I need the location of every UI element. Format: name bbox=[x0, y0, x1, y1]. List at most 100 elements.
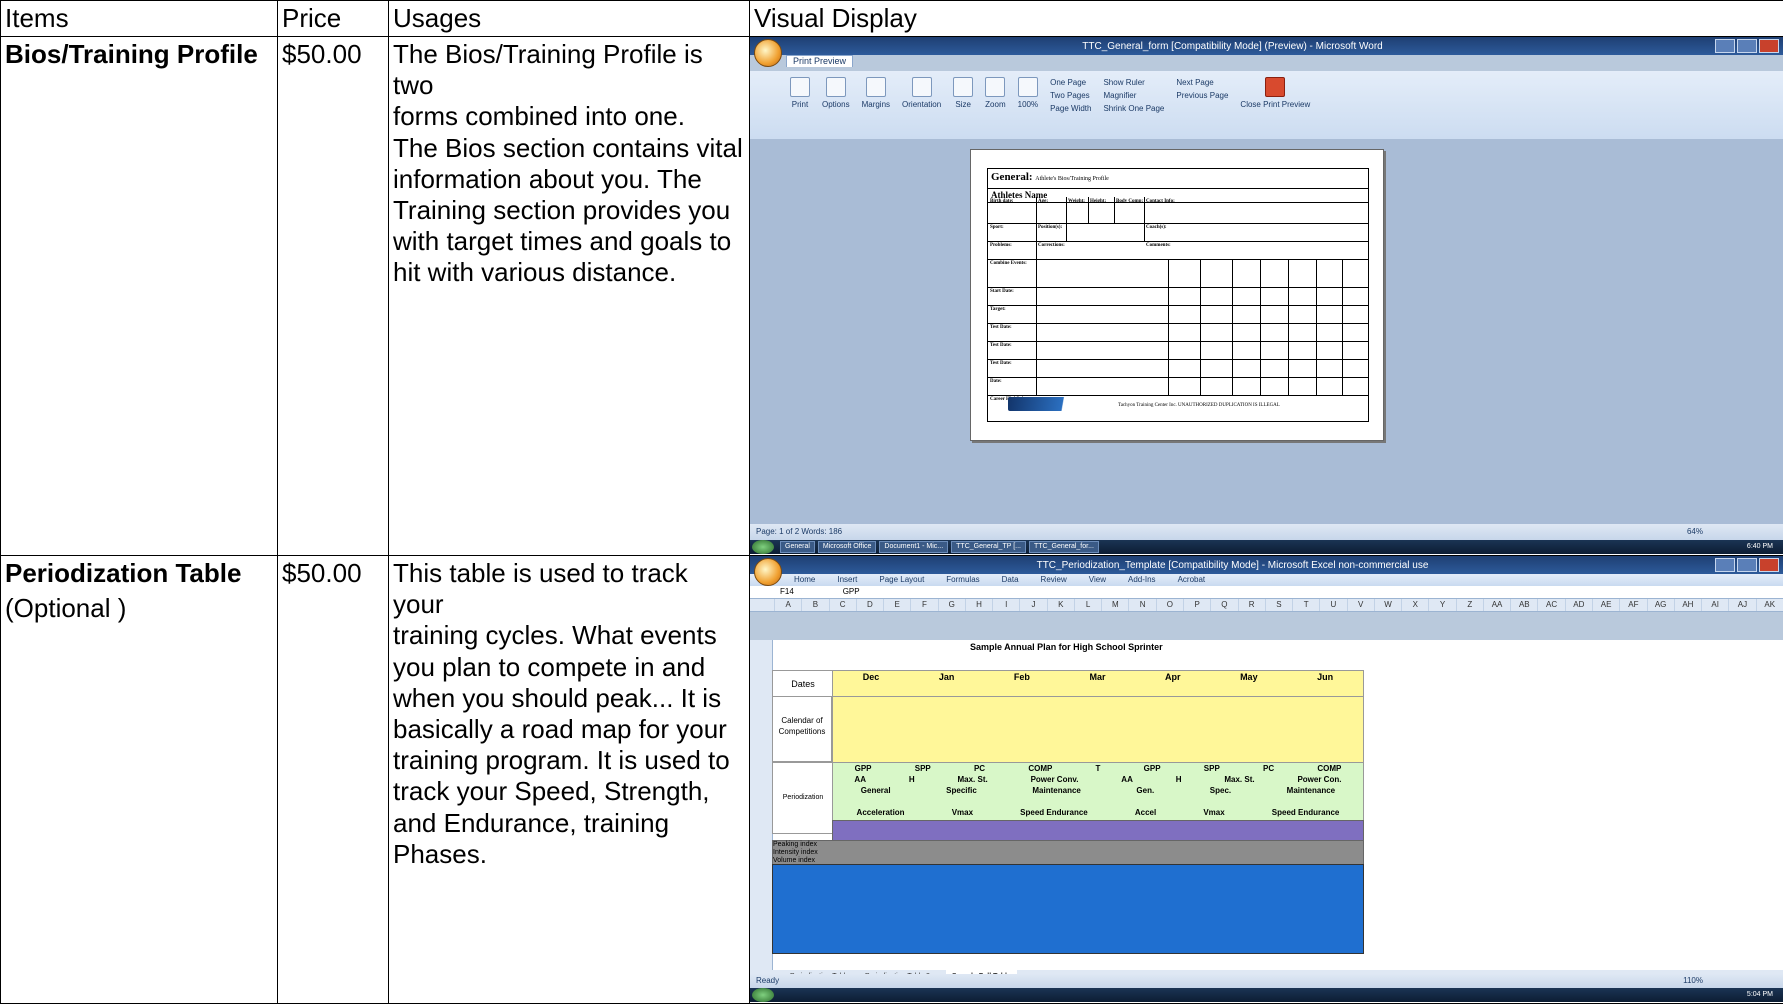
ribbon-label: Previous Page bbox=[1176, 90, 1228, 101]
item-note: (Optional ) bbox=[5, 591, 273, 626]
endurance-label: Maintenance bbox=[1032, 785, 1080, 796]
item-cell: Periodization Table (Optional ) bbox=[1, 556, 278, 1004]
usage-line: The Bios section contains vital bbox=[393, 133, 745, 164]
tab-acrobat: Acrobat bbox=[1178, 574, 1206, 586]
usage-line: you plan to compete in and bbox=[393, 652, 745, 683]
visual-display-word: TTC_General_form [Compatibility Mode] (P… bbox=[750, 37, 1783, 556]
word-ribbon: Print Preview Print Options Margins Orie… bbox=[750, 71, 1783, 148]
tachyon-logo bbox=[1008, 397, 1098, 411]
tab-data: Data bbox=[1002, 574, 1019, 586]
formula-value: GPP bbox=[843, 587, 860, 596]
tab-review: Review bbox=[1041, 574, 1067, 586]
options-icon bbox=[826, 77, 846, 97]
form-heading: General: Athlete's Bios/Training Profile bbox=[988, 169, 1368, 189]
ribbon-label: One Page bbox=[1050, 77, 1086, 88]
ribbon-label: Options bbox=[822, 99, 850, 110]
speed-label: Speed Endurance bbox=[1020, 807, 1088, 818]
form-label: Body Comp: bbox=[1116, 199, 1143, 205]
taskbar: 5:04 PM bbox=[750, 988, 1783, 1002]
phase-label: COMP bbox=[1317, 763, 1341, 774]
price-cell: $50.00 bbox=[278, 37, 389, 556]
form-label: Target: bbox=[990, 307, 1006, 313]
strength-label: AA bbox=[1121, 774, 1133, 785]
form-label: Age: bbox=[1038, 199, 1048, 205]
clock: 6:40 PM bbox=[1743, 542, 1777, 552]
form-label: Date: bbox=[990, 379, 1002, 385]
minimize-icon bbox=[1715, 558, 1735, 572]
ribbon-label: Orientation bbox=[902, 99, 941, 110]
phase-label: PC bbox=[974, 763, 985, 774]
form-grid: Birth date: Age: Weight: Height: Body Co… bbox=[988, 197, 1368, 421]
strength-label: Max. St. bbox=[1224, 774, 1254, 785]
zoom-100-icon bbox=[1018, 77, 1038, 97]
excel-window-title: TTC_Periodization_Template [Compatibilit… bbox=[750, 560, 1715, 571]
header-items: Items bbox=[1, 1, 278, 37]
table-row: Bios/Training Profile $50.00 The Bios/Tr… bbox=[1, 37, 1783, 556]
form-label: Test Date: bbox=[990, 361, 1012, 367]
taskbar-item: Document1 - Mic... bbox=[879, 541, 948, 553]
tab-add-ins: Add-Ins bbox=[1128, 574, 1156, 586]
pricing-table: Items Price Usages Visual Display Bios/T… bbox=[0, 0, 1783, 1004]
endurance-label: General bbox=[861, 785, 891, 796]
ribbon-label: Close Print Preview bbox=[1240, 99, 1310, 110]
month-label: Jan bbox=[939, 671, 955, 683]
usage-line: forms combined into one. bbox=[393, 101, 745, 132]
ribbon-label: Magnifier bbox=[1103, 90, 1136, 101]
price-cell: $50.00 bbox=[278, 556, 389, 1004]
usage-line: The Bios/Training Profile is two bbox=[393, 39, 745, 101]
start-icon bbox=[752, 988, 774, 1002]
usage-line: training program. It is used to bbox=[393, 745, 745, 776]
zoom-level: 110% bbox=[1683, 974, 1703, 988]
ribbon-label: Page Width bbox=[1050, 103, 1091, 114]
form-label: Coach(s): bbox=[1146, 225, 1167, 231]
usage-cell: The Bios/Training Profile is two forms c… bbox=[389, 37, 750, 556]
form-label: Test Date: bbox=[990, 343, 1012, 349]
taskbar: General Microsoft Office Document1 - Mic… bbox=[750, 540, 1783, 554]
month-label: Jun bbox=[1317, 671, 1333, 683]
header-visual-display: Visual Display bbox=[750, 1, 1783, 37]
strength-label: Max. St. bbox=[957, 774, 987, 785]
item-cell: Bios/Training Profile bbox=[1, 37, 278, 556]
profile-form: General: Athlete's Bios/Training Profile… bbox=[987, 168, 1369, 422]
speed-label: Vmax bbox=[952, 807, 973, 818]
ribbon-label: Two Pages bbox=[1050, 90, 1090, 101]
usage-line: This table is used to track your bbox=[393, 558, 745, 620]
tab-view: View bbox=[1089, 574, 1106, 586]
tab-home: Home bbox=[794, 574, 815, 586]
month-label: Feb bbox=[1014, 671, 1030, 683]
ribbon-label: 100% bbox=[1018, 99, 1038, 110]
phase-label: COMP bbox=[1028, 763, 1052, 774]
cell-reference: F14 bbox=[780, 587, 794, 596]
usage-line: Training section provides you bbox=[393, 195, 745, 226]
phase-label: GPP bbox=[855, 763, 872, 774]
form-heading-text: General: bbox=[991, 171, 1033, 183]
status-text: Page: 1 of 2 Words: 186 bbox=[756, 527, 842, 536]
form-label: Contact Info: bbox=[1146, 199, 1175, 205]
item-name: Bios/Training Profile bbox=[5, 37, 273, 72]
ribbon-label: Show Ruler bbox=[1103, 77, 1144, 88]
speed-label: Accel bbox=[1135, 807, 1156, 818]
phase-label: SPP bbox=[915, 763, 931, 774]
training-factors-band bbox=[772, 864, 1364, 954]
item-name: Periodization Table bbox=[5, 556, 273, 591]
usage-line: basically a road map for your bbox=[393, 714, 745, 745]
excel-titlebar: TTC_Periodization_Template [Compatibilit… bbox=[750, 556, 1783, 574]
phase-label: PC bbox=[1263, 763, 1274, 774]
usage-line: with target times and goals to bbox=[393, 226, 745, 257]
preview-page: General: Athlete's Bios/Training Profile… bbox=[970, 149, 1384, 441]
clock: 5:04 PM bbox=[1743, 990, 1777, 1000]
tab-formulas: Formulas bbox=[946, 574, 979, 586]
form-label: Height: bbox=[1090, 199, 1106, 205]
header-row: Items Price Usages Visual Display bbox=[1, 1, 1783, 37]
endurance-label: Specific bbox=[946, 785, 977, 796]
strength-label: H bbox=[1176, 774, 1182, 785]
form-footer: Tachyon Training Center Inc. UNAUTHORIZE… bbox=[1118, 403, 1280, 409]
competition-band bbox=[832, 696, 1364, 764]
calendar-label: Calendar of Competitions bbox=[772, 696, 832, 762]
item-price: $50.00 bbox=[282, 37, 384, 72]
word-statusbar: Page: 1 of 2 Words: 18664% bbox=[750, 524, 1783, 540]
index-band: Peaking index Intensity index Volume ind… bbox=[772, 840, 1364, 866]
form-label: Position(s): bbox=[1038, 225, 1062, 231]
tab-page-layout: Page Layout bbox=[879, 574, 924, 586]
visual-display-excel: TTC_Periodization_Template [Compatibilit… bbox=[750, 556, 1783, 1004]
